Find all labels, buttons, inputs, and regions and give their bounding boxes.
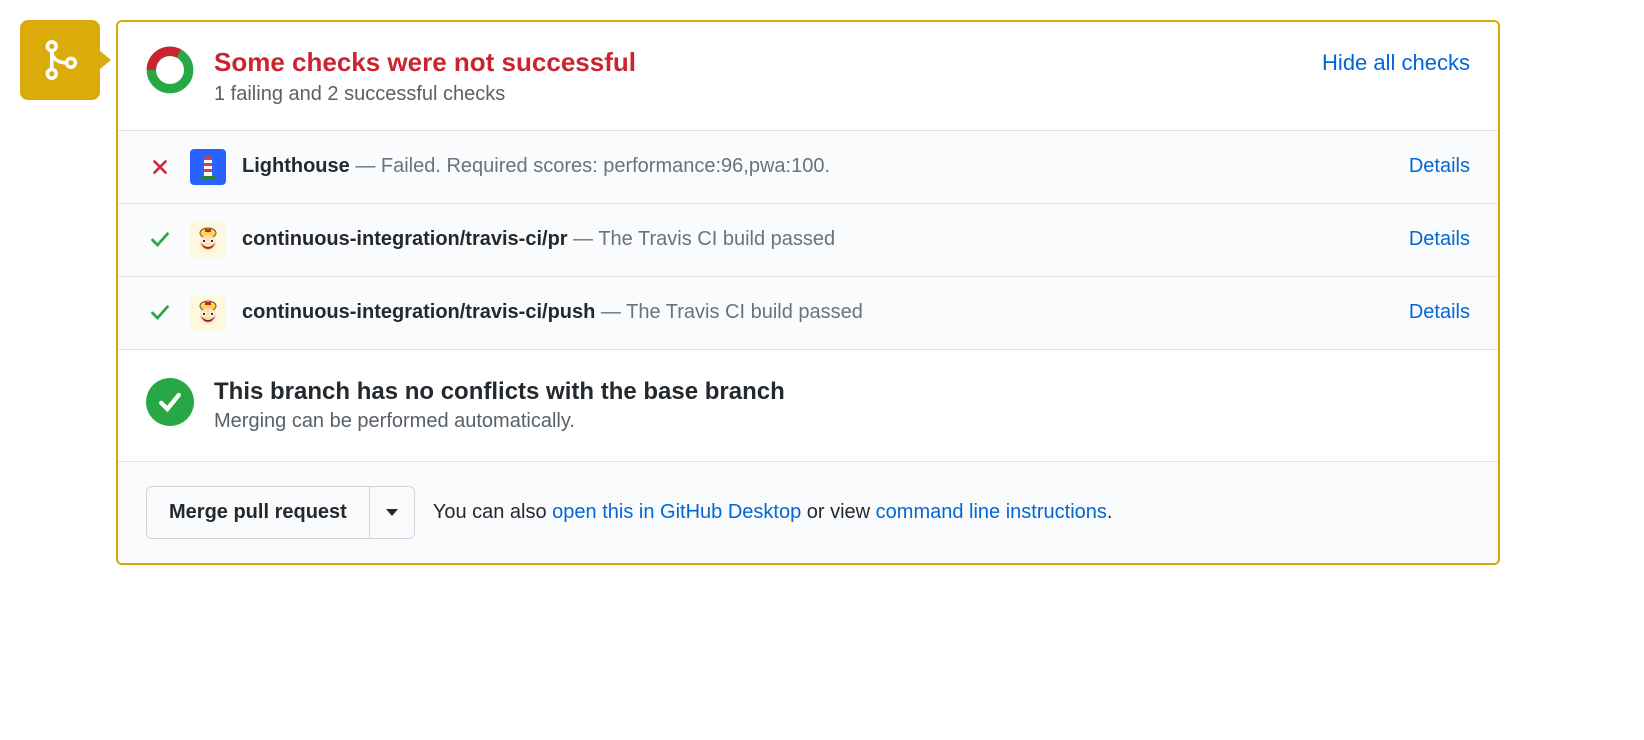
hide-all-checks-link[interactable]: Hide all checks bbox=[1322, 50, 1470, 76]
open-github-desktop-link[interactable]: open this in GitHub Desktop bbox=[552, 501, 801, 523]
conflict-title: This branch has no conflicts with the ba… bbox=[214, 378, 785, 406]
status-success-icon bbox=[146, 230, 174, 250]
check-row: continuous-integration/travis-ci/pr — Th… bbox=[118, 203, 1498, 276]
success-check-icon bbox=[146, 378, 194, 426]
lighthouse-app-icon bbox=[190, 149, 226, 185]
caret-down-icon bbox=[386, 509, 398, 516]
merge-footer: Merge pull request You can also open thi… bbox=[118, 461, 1498, 563]
merge-options-dropdown[interactable] bbox=[370, 486, 415, 539]
conflict-subtitle: Merging can be performed automatically. bbox=[214, 410, 785, 433]
check-name: Lighthouse bbox=[242, 155, 350, 177]
git-merge-icon bbox=[38, 38, 82, 82]
check-description: The Travis CI build passed bbox=[626, 301, 863, 323]
check-row: Lighthouse — Failed. Required scores: pe… bbox=[118, 130, 1498, 203]
merge-pull-request-button[interactable]: Merge pull request bbox=[146, 486, 370, 539]
checks-header: Some checks were not successful 1 failin… bbox=[118, 22, 1498, 130]
travis-app-icon bbox=[190, 295, 226, 331]
checks-title: Some checks were not successful bbox=[214, 46, 1302, 79]
check-description: Failed. Required scores: performance:96,… bbox=[381, 155, 830, 177]
check-description: The Travis CI build passed bbox=[598, 228, 835, 250]
merge-status-badge bbox=[20, 20, 100, 100]
check-row: continuous-integration/travis-ci/push — … bbox=[118, 276, 1498, 349]
status-success-icon bbox=[146, 303, 174, 323]
check-details-link[interactable]: Details bbox=[1409, 301, 1470, 324]
conflict-section: This branch has no conflicts with the ba… bbox=[118, 349, 1498, 461]
check-details-link[interactable]: Details bbox=[1409, 155, 1470, 178]
checks-subtitle: 1 failing and 2 successful checks bbox=[214, 83, 1302, 106]
checks-panel: Some checks were not successful 1 failin… bbox=[116, 20, 1500, 565]
command-line-instructions-link[interactable]: command line instructions bbox=[876, 501, 1107, 523]
check-separator: — bbox=[595, 301, 626, 323]
check-separator: — bbox=[350, 155, 381, 177]
merge-hint-text: You can also open this in GitHub Desktop… bbox=[433, 501, 1113, 524]
check-name: continuous-integration/travis-ci/push bbox=[242, 301, 595, 323]
status-donut-icon bbox=[146, 46, 194, 94]
check-separator: — bbox=[568, 228, 599, 250]
status-fail-icon bbox=[146, 158, 174, 176]
travis-app-icon bbox=[190, 222, 226, 258]
check-details-link[interactable]: Details bbox=[1409, 228, 1470, 251]
check-name: continuous-integration/travis-ci/pr bbox=[242, 228, 568, 250]
